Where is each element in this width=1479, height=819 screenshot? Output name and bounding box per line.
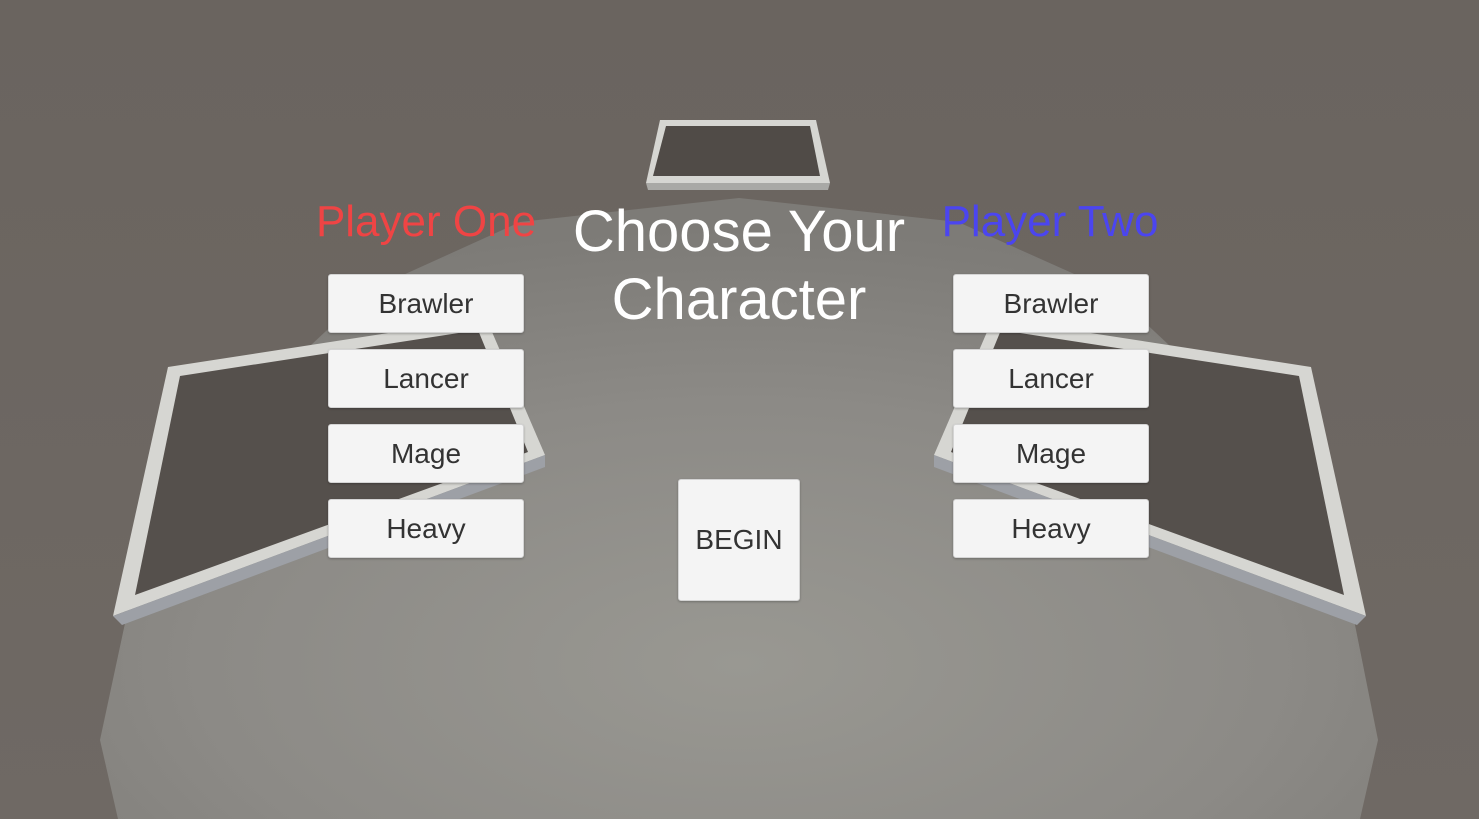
player-two-lancer-button[interactable]: Lancer <box>953 349 1149 408</box>
player-one-label: Player One <box>315 197 537 246</box>
player-one-mage-button[interactable]: Mage <box>328 424 524 483</box>
pad-top <box>646 120 830 190</box>
arena-background <box>0 0 1479 819</box>
player-two-heavy-button[interactable]: Heavy <box>953 499 1149 558</box>
player-two-brawler-button[interactable]: Brawler <box>953 274 1149 333</box>
screen-title: Choose Your Character <box>572 199 906 332</box>
begin-button[interactable]: BEGIN <box>678 479 800 601</box>
player-one-brawler-button[interactable]: Brawler <box>328 274 524 333</box>
player-one-heavy-button[interactable]: Heavy <box>328 499 524 558</box>
game-scene: Choose Your Character Player One Brawler… <box>0 0 1479 819</box>
player-two-label: Player Two <box>941 197 1159 246</box>
player-two-mage-button[interactable]: Mage <box>953 424 1149 483</box>
player-one-lancer-button[interactable]: Lancer <box>328 349 524 408</box>
